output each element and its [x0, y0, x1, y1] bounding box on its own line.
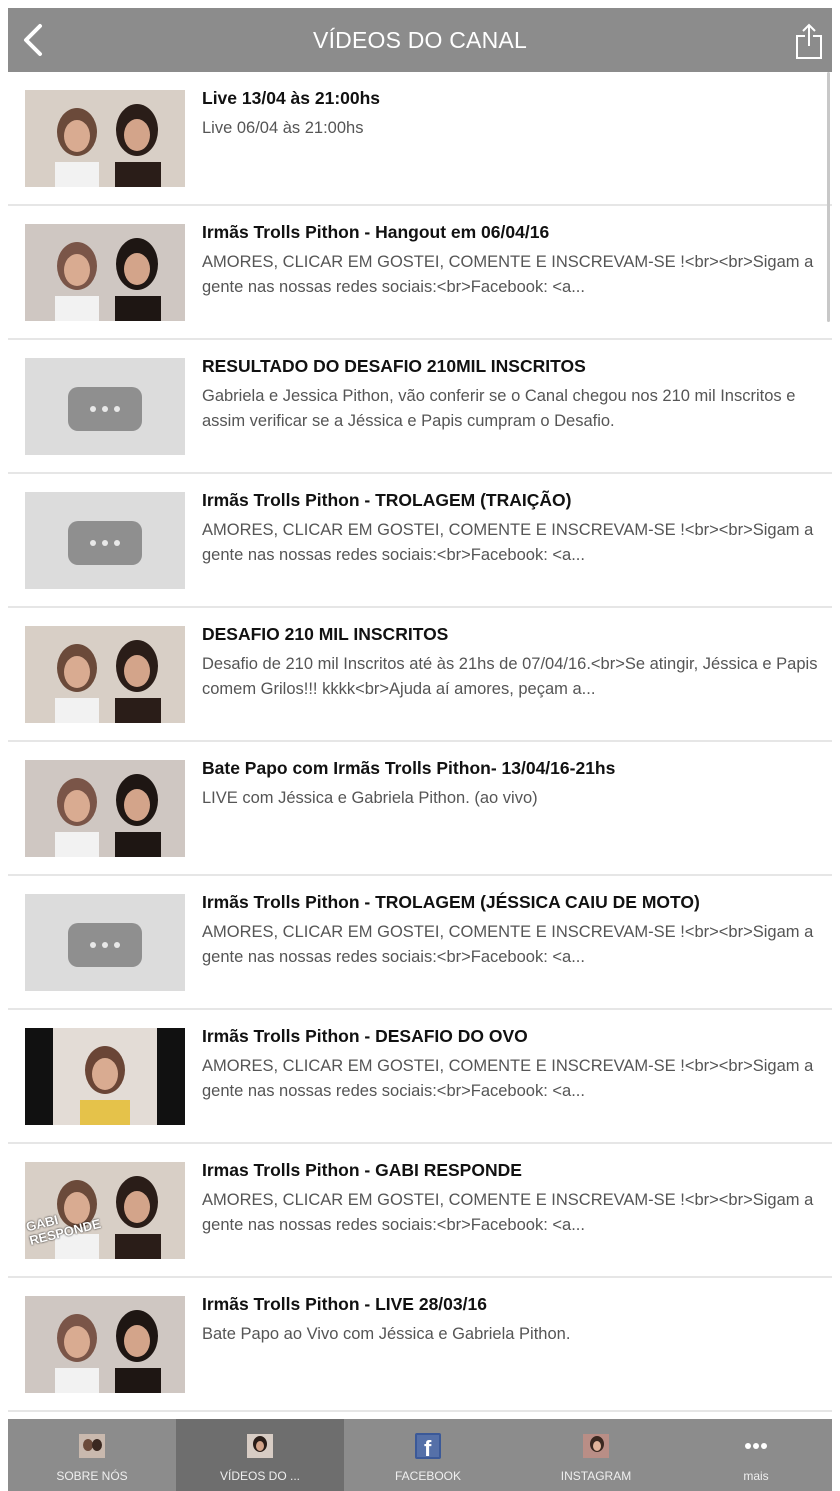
- tab-facebook[interactable]: f FACEBOOK: [344, 1419, 512, 1491]
- svg-text:f: f: [424, 1436, 432, 1461]
- video-list-item[interactable]: Irmãs Trolls Pithon - Hangout em 06/04/1…: [8, 206, 832, 340]
- video-title: Irmãs Trolls Pithon - LIVE 28/03/16: [202, 1294, 487, 1314]
- tab-sobre-nós[interactable]: SOBRE NÓS: [8, 1419, 176, 1491]
- video-thumbnail: [25, 760, 185, 857]
- thumbnail-photo: [25, 1028, 185, 1125]
- video-title: Live 13/04 às 21:00hs: [202, 88, 381, 108]
- video-thumbnail: [25, 626, 185, 723]
- facebook-icon: f: [415, 1433, 441, 1461]
- video-description: AMORES, CLICAR EM GOSTEI, COMENTE E INSC…: [202, 521, 814, 564]
- video-title: Bate Papo com Irmãs Trolls Pithon- 13/04…: [202, 758, 616, 778]
- share-button[interactable]: [794, 22, 824, 60]
- video-list-item[interactable]: Live 13/04 às 21:00hs Live 06/04 às 21:00…: [8, 72, 832, 206]
- video-list-item[interactable]: DESAFIO 210 MIL INSCRITOS Desafio de 210 …: [8, 608, 832, 742]
- video-list-item[interactable]: Irmãs Trolls Pithon - LIVE 28/03/16 Bate …: [8, 1278, 832, 1412]
- video-title: DESAFIO 210 MIL INSCRITOS: [202, 624, 449, 644]
- about-photo-icon: [79, 1434, 105, 1458]
- page-title: VÍDEOS DO CANAL: [313, 27, 527, 53]
- video-list-item[interactable]: Bate Papo com Irmãs Trolls Pithon- 13/04…: [8, 742, 832, 876]
- video-thumbnail: GABI RESPONDE: [25, 1162, 185, 1259]
- thumbnail-photo: [25, 1162, 185, 1259]
- video-description: AMORES, CLICAR EM GOSTEI, COMENTE E INSC…: [202, 1191, 814, 1234]
- video-thumbnail: [25, 1296, 185, 1393]
- video-list: Live 13/04 às 21:00hs Live 06/04 às 21:00…: [8, 72, 832, 1412]
- video-list-item[interactable]: Irmãs Trolls Pithon - TROLAGEM (JÉSSICA …: [8, 876, 832, 1010]
- tab-bar: SOBRE NÓS VÍDEOS DO ... f FACEBOOK INSTAGRAM…: [8, 1419, 832, 1491]
- video-title: Irmãs Trolls Pithon - DESAFIO DO OVO: [202, 1026, 528, 1046]
- videos-photo-icon: [247, 1434, 273, 1458]
- tab-label: VÍDEOS DO ...: [219, 1469, 300, 1483]
- video-description: Live 06/04 às 21:00hs: [202, 119, 364, 137]
- thumbnail-photo: [25, 224, 185, 321]
- video-list-item[interactable]: GABI RESPONDE Irmas Trolls Pithon - GABI …: [8, 1144, 832, 1278]
- video-title: Irmãs Trolls Pithon - TROLAGEM (JÉSSICA …: [202, 892, 700, 912]
- video-thumbnail: [25, 1028, 185, 1125]
- more-dots-icon: [68, 923, 142, 967]
- video-thumbnail: [25, 90, 185, 187]
- video-description: Gabriela e Jessica Pithon, vão conferir …: [202, 387, 796, 430]
- more-dots-icon: [68, 387, 142, 431]
- video-title: Irmãs Trolls Pithon - Hangout em 06/04/1…: [202, 222, 550, 242]
- tab-mais[interactable]: mais: [680, 1419, 832, 1491]
- instagram-photo-icon: [583, 1434, 609, 1458]
- tab-label: INSTAGRAM: [560, 1469, 632, 1483]
- video-description: Bate Papo ao Vivo com Jéssica e Gabriela…: [202, 1325, 571, 1343]
- video-thumbnail: [25, 224, 185, 321]
- video-list-item[interactable]: RESULTADO DO DESAFIO 210MIL INSCRITOS Gab…: [8, 340, 832, 474]
- app-frame: VÍDEOS DO CANAL Live 13/04 às 21:00hs Liv…: [8, 0, 832, 1491]
- thumbnail-photo: [25, 626, 185, 723]
- thumbnail-photo: [25, 90, 185, 187]
- more-dots-icon: [68, 521, 142, 565]
- video-title: Irmas Trolls Pithon - GABI RESPONDE: [202, 1160, 522, 1180]
- tab-instagram[interactable]: INSTAGRAM: [512, 1419, 680, 1491]
- video-description: Desafio de 210 mil Inscritos até às 21hs…: [202, 655, 818, 698]
- video-title: RESULTADO DO DESAFIO 210MIL INSCRITOS: [202, 356, 586, 376]
- video-list-item[interactable]: Irmãs Trolls Pithon - TROLAGEM (TRAIÇÃO)…: [8, 474, 832, 608]
- video-title: Irmãs Trolls Pithon - TROLAGEM (TRAIÇÃO): [202, 490, 572, 510]
- tab-label: mais: [743, 1469, 769, 1483]
- share-icon: [796, 23, 822, 59]
- tab-label: FACEBOOK: [394, 1469, 462, 1483]
- tab-label: SOBRE NÓS: [56, 1469, 128, 1483]
- video-description: AMORES, CLICAR EM GOSTEI, COMENTE E INSC…: [202, 253, 814, 296]
- video-thumbnail-placeholder: [25, 358, 185, 455]
- tab-vídeos-do[interactable]: VÍDEOS DO ...: [176, 1419, 344, 1491]
- scroll-indicator[interactable]: [827, 72, 830, 322]
- video-list-item[interactable]: Irmãs Trolls Pithon - DESAFIO DO OVO AMOR…: [8, 1010, 832, 1144]
- thumbnail-photo: [25, 1296, 185, 1393]
- more-icon: [745, 1443, 767, 1449]
- thumbnail-photo: [25, 760, 185, 857]
- video-description: AMORES, CLICAR EM GOSTEI, COMENTE E INSC…: [202, 923, 814, 966]
- video-thumbnail-placeholder: [25, 492, 185, 589]
- video-description: LIVE com Jéssica e Gabriela Pithon. (ao …: [202, 789, 538, 807]
- video-thumbnail-placeholder: [25, 894, 185, 991]
- video-description: AMORES, CLICAR EM GOSTEI, COMENTE E INSC…: [202, 1057, 814, 1100]
- header-bar: VÍDEOS DO CANAL: [8, 8, 832, 72]
